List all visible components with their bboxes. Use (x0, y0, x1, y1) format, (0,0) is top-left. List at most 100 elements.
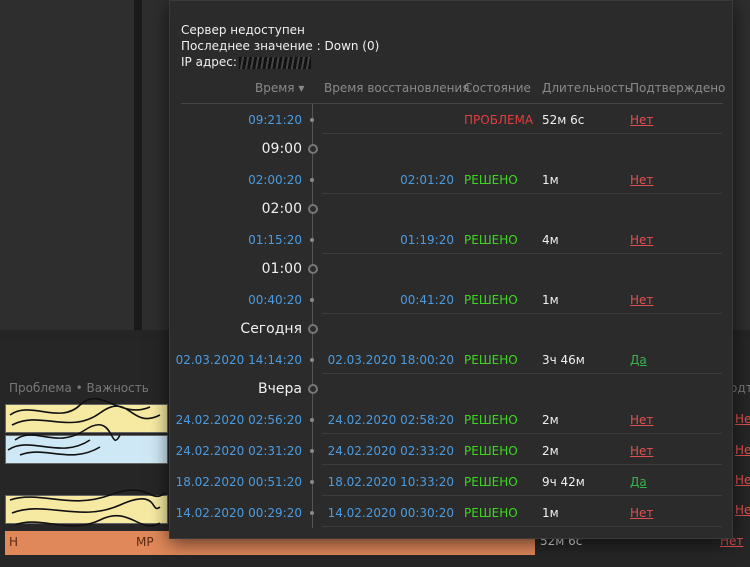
bg-ack-link-2[interactable]: Нет (735, 443, 750, 457)
bg-ack-link-4[interactable]: Нет (735, 503, 750, 517)
event-duration: 3ч 46м (542, 353, 585, 367)
event-state: РЕШЕНО (464, 233, 518, 247)
event-state: РЕШЕНО (464, 413, 518, 427)
timeline-circle-icon (308, 384, 318, 394)
ack-link[interactable]: Нет (630, 233, 653, 247)
ack-link[interactable]: Да (630, 353, 647, 367)
event-time-link[interactable]: 00:40:20 (248, 293, 302, 307)
timeline-marker-label: 02:00 (261, 201, 302, 217)
event-state: РЕШЕНО (464, 506, 518, 520)
timeline-dot-icon (310, 118, 314, 122)
recovery-time-link[interactable]: 01:19:20 (400, 233, 454, 247)
trigger-info: Сервер недоступен Последнее значение : D… (181, 22, 379, 70)
ack-link[interactable]: Нет (630, 113, 653, 127)
timeline-dot-icon (310, 298, 314, 302)
event-time-link[interactable]: 02.03.2020 14:14:20 (176, 353, 302, 367)
event-row: 09:21:20 ПРОБЛЕМА 52м 6с Нет (170, 104, 734, 134)
column-duration: Длительность (542, 81, 632, 95)
recovery-time-link[interactable]: 24.02.2020 02:58:20 (328, 413, 454, 427)
event-time-link[interactable]: 24.02.2020 02:31:20 (176, 444, 302, 458)
ip-redacted (238, 56, 311, 69)
timeline-dot-icon (310, 418, 314, 422)
event-history-popup: Сервер недоступен Последнее значение : D… (169, 0, 733, 539)
event-row: 18.02.2020 00:51:20 18.02.2020 10:33:20 РЕ… (170, 466, 734, 496)
timeline-marker: 01:00 (170, 254, 734, 284)
ack-link[interactable]: Нет (630, 293, 653, 307)
event-duration: 2м (542, 413, 559, 427)
ack-link[interactable]: Нет (630, 413, 653, 427)
timeline-dot-icon (310, 449, 314, 453)
timeline-circle-icon (308, 204, 318, 214)
event-row: 01:15:20 01:19:20 РЕШЕНО 4м Нет (170, 224, 734, 254)
recovery-time-link[interactable]: 18.02.2020 10:33:20 (328, 475, 454, 489)
timeline-marker-label: Сегодня (240, 321, 302, 337)
column-recovery: Время восстановления (324, 81, 470, 95)
row-divider (322, 464, 722, 465)
timeline-marker-label: 09:00 (261, 141, 302, 157)
event-state: РЕШЕНО (464, 293, 518, 307)
event-time-link[interactable]: 14.02.2020 00:29:20 (176, 506, 302, 520)
timeline-marker-label: 01:00 (261, 261, 302, 277)
column-state: Состояние (464, 81, 531, 95)
row-divider (322, 495, 722, 496)
timeline-marker: Сегодня (170, 314, 734, 344)
recovery-time-link[interactable]: 02:01:20 (400, 173, 454, 187)
column-time[interactable]: Время ▾ (255, 81, 304, 95)
event-row: 14.02.2020 00:29:20 14.02.2020 00:30:20 РЕ… (170, 497, 734, 527)
timeline-marker: 02:00 (170, 194, 734, 224)
timeline-dot-icon (310, 511, 314, 515)
event-duration: 2м (542, 444, 559, 458)
problem-row-text: Н МР (9, 535, 154, 549)
row-divider (322, 433, 722, 434)
event-state: РЕШЕНО (464, 353, 518, 367)
last-value: Последнее значение : Down (0) (181, 39, 380, 53)
timeline-marker: Вчера (170, 374, 734, 404)
event-duration: 4м (542, 233, 559, 247)
bg-ack-link-1[interactable]: Нет (735, 412, 750, 426)
recovery-time-link[interactable]: 24.02.2020 02:33:20 (328, 444, 454, 458)
ack-link[interactable]: Да (630, 475, 647, 489)
timeline-circle-icon (308, 264, 318, 274)
row-divider (322, 526, 722, 527)
event-row: 24.02.2020 02:31:20 24.02.2020 02:33:20 РЕ… (170, 435, 734, 465)
event-time-link[interactable]: 18.02.2020 00:51:20 (176, 475, 302, 489)
event-row: 24.02.2020 02:56:20 24.02.2020 02:58:20 РЕ… (170, 404, 734, 434)
event-row: 00:40:20 00:41:20 РЕШЕНО 1м Нет (170, 284, 734, 314)
event-duration: 9ч 42м (542, 475, 585, 489)
event-state: РЕШЕНО (464, 475, 518, 489)
ip-address-line: IP адрес: (181, 54, 379, 70)
table-header: Время ▾ Время восстановления Состояние Д… (170, 81, 734, 101)
timeline-marker-label: Вчера (258, 381, 302, 397)
recovery-time-link[interactable]: 00:41:20 (400, 293, 454, 307)
event-time-link[interactable]: 01:15:20 (248, 233, 302, 247)
event-row: 02:00:20 02:01:20 РЕШЕНО 1м Нет (170, 164, 734, 194)
timeline-marker: 09:00 (170, 134, 734, 164)
event-time-link[interactable]: 02:00:20 (248, 173, 302, 187)
event-state: ПРОБЛЕМА (464, 113, 534, 127)
timeline-dot-icon (310, 178, 314, 182)
widget-gap (134, 0, 142, 330)
ack-link[interactable]: Нет (630, 173, 653, 187)
ack-link[interactable]: Нет (630, 506, 653, 520)
ip-label: IP адрес: (181, 55, 237, 69)
trigger-title: Сервер недоступен (181, 23, 305, 37)
bg-ack-link-3[interactable]: Нет (735, 473, 750, 487)
column-ack: Подтверждено (630, 81, 726, 95)
timeline-circle-icon (308, 324, 318, 334)
event-row: 02.03.2020 14:14:20 02.03.2020 18:00:20 РЕ… (170, 344, 734, 374)
ack-link[interactable]: Нет (630, 444, 653, 458)
event-duration: 1м (542, 173, 559, 187)
timeline-dot-icon (310, 480, 314, 484)
recovery-time-link[interactable]: 02.03.2020 18:00:20 (328, 353, 454, 367)
event-duration: 1м (542, 506, 559, 520)
event-state: РЕШЕНО (464, 173, 518, 187)
event-duration: 1м (542, 293, 559, 307)
timeline-dot-icon (310, 238, 314, 242)
event-time-link[interactable]: 24.02.2020 02:56:20 (176, 413, 302, 427)
event-duration: 52м 6с (542, 113, 585, 127)
timeline-dot-icon (310, 358, 314, 362)
event-time-link[interactable]: 09:21:20 (248, 113, 302, 127)
problems-column-header[interactable]: Проблема • Важность (9, 381, 149, 395)
recovery-time-link[interactable]: 14.02.2020 00:30:20 (328, 506, 454, 520)
dashboard-widget-left (0, 0, 134, 330)
